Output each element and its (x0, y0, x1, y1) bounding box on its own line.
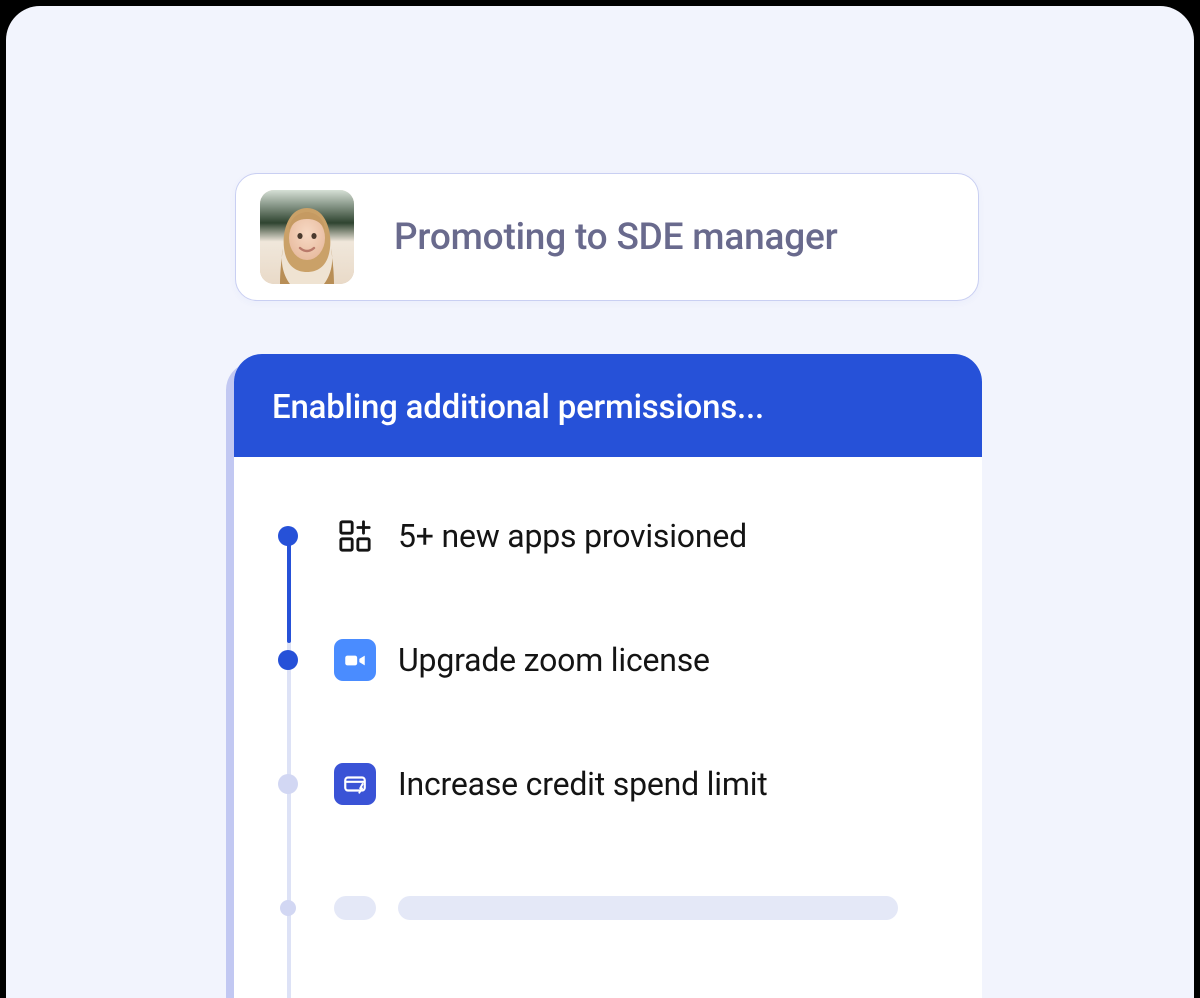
card-icon (334, 763, 376, 805)
step-dot (278, 650, 298, 670)
prompt-card: Promoting to SDE manager (235, 173, 979, 301)
progress-header: Enabling additional permissions... (234, 354, 982, 457)
canvas: Promoting to SDE manager Enabling additi… (6, 6, 1194, 998)
zoom-icon (334, 639, 376, 681)
prompt-text: Promoting to SDE manager (394, 216, 838, 259)
step-dot (278, 774, 298, 794)
apps-icon (334, 515, 376, 557)
step-label: Increase credit spend limit (398, 765, 768, 803)
step-dot (280, 900, 296, 916)
step-placeholder (278, 887, 938, 929)
placeholder-line (398, 896, 898, 920)
placeholder-icon (334, 887, 376, 929)
step-dot (278, 526, 298, 546)
step-item: 5+ new apps provisioned (278, 515, 938, 557)
avatar (260, 190, 354, 284)
progress-card: Enabling additional permissions... (234, 354, 982, 998)
step-item: Increase credit spend limit (278, 763, 938, 805)
step-label: Upgrade zoom license (398, 641, 710, 679)
step-label: 5+ new apps provisioned (398, 517, 747, 555)
step-item: Upgrade zoom license (278, 639, 938, 681)
progress-steps: 5+ new apps provisioned Upgrade zoom li (234, 457, 982, 998)
